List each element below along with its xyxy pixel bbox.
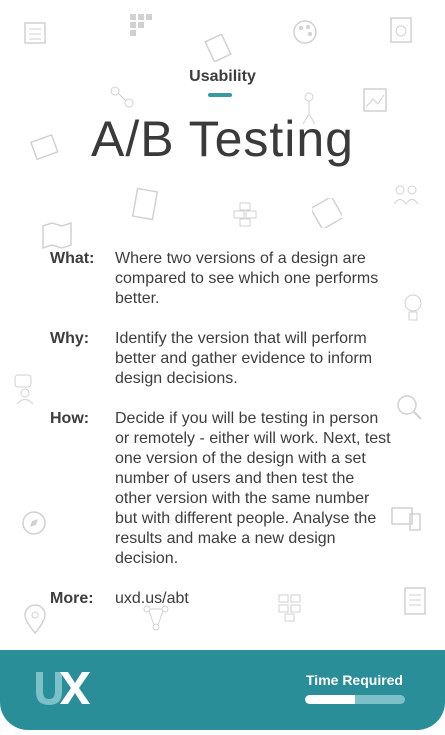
- notes-icon: [404, 587, 426, 615]
- checklist-icon: [24, 22, 46, 44]
- sticky-notes-icon: [312, 198, 342, 228]
- form-icon: [132, 188, 158, 220]
- why-label: Why:: [50, 330, 90, 347]
- time-required-fill: [305, 695, 355, 704]
- lightbulb-icon: [404, 294, 422, 321]
- time-required-label: Time Required: [306, 672, 403, 688]
- more-link[interactable]: uxd.us/abt: [115, 589, 395, 609]
- category-label: Usability: [189, 68, 256, 85]
- ux-logo: [36, 672, 90, 705]
- map-icon: [42, 221, 72, 250]
- team-icon: [393, 185, 419, 205]
- time-required-bar: [305, 695, 405, 704]
- location-icon: [24, 604, 46, 635]
- how-label: How:: [50, 410, 90, 427]
- how-text: Decide if you will be testing in person …: [115, 410, 391, 567]
- grid-icon: [130, 14, 152, 36]
- card-footer: Time Required: [0, 650, 445, 730]
- card-title: A/B Testing: [90, 111, 354, 167]
- flow-icon: [110, 86, 134, 108]
- document-icon: [204, 34, 232, 62]
- category-underline: [208, 93, 232, 97]
- what-label: What:: [50, 250, 95, 267]
- compass-icon: [22, 511, 46, 535]
- palette-icon: [293, 20, 317, 44]
- method-card: Usability A/B Testing What: Where two ve…: [0, 0, 445, 735]
- search-people-icon: [397, 395, 422, 420]
- blocks-icon: [233, 202, 257, 227]
- more-label: More:: [50, 590, 94, 607]
- clock-document-icon: [390, 17, 412, 43]
- what-text: Where two versions of a design are compa…: [115, 250, 379, 307]
- why-text: Identify the version that will perform b…: [115, 330, 373, 387]
- chat-person-icon: [14, 374, 34, 405]
